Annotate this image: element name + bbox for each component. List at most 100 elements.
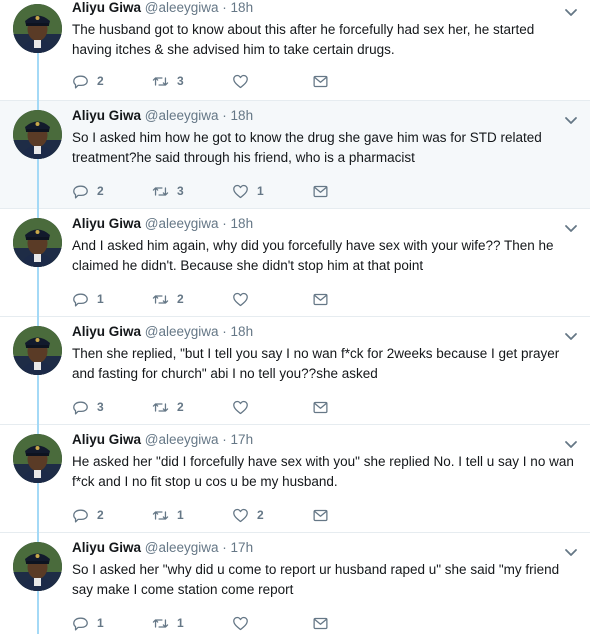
tweet-actions: 12 [72,289,392,309]
reply-count: 2 [97,508,104,522]
dm-button[interactable] [312,399,392,416]
tweet[interactable]: Aliyu Giwa @aleeygiwa · 18h Then she repl… [0,317,590,425]
thread-connector-line [37,317,39,326]
retweet-button[interactable]: 2 [152,399,232,416]
dm-icon [312,183,337,200]
timestamp[interactable]: 18h [231,108,254,123]
user-handle[interactable]: @aleeygiwa [145,0,219,15]
caret-down-icon[interactable] [564,221,578,232]
timestamp[interactable]: 18h [231,0,254,15]
caret-down-icon[interactable] [564,329,578,340]
tweet-header: Aliyu Giwa @aleeygiwa · 18h [72,0,253,15]
timestamp[interactable]: 18h [231,324,254,339]
display-name[interactable]: Aliyu Giwa [72,0,141,15]
tweet-actions: 32 [72,397,392,417]
reply-button[interactable]: 3 [72,399,152,416]
reply-button[interactable]: 1 [72,291,152,308]
display-name[interactable]: Aliyu Giwa [72,216,141,231]
separator-dot: · [218,540,231,555]
reply-icon [72,507,97,524]
tweet-text: He asked her "did I forcefully have sex … [72,454,574,489]
timestamp[interactable]: 17h [231,432,254,447]
caret-down-icon[interactable] [564,545,578,556]
retweet-count: 1 [177,508,184,522]
dm-icon [312,615,337,632]
user-handle[interactable]: @aleeygiwa [145,540,219,555]
dm-icon [312,73,337,90]
caret-down-icon[interactable] [564,113,578,124]
dm-icon [312,291,337,308]
reply-button[interactable]: 2 [72,183,152,200]
tweet[interactable]: Aliyu Giwa @aleeygiwa · 18h And I asked h… [0,209,590,317]
dm-button[interactable] [312,73,392,90]
avatar[interactable] [13,110,62,159]
like-button[interactable] [232,73,312,90]
display-name[interactable]: Aliyu Giwa [72,540,141,555]
user-handle[interactable]: @aleeygiwa [145,216,219,231]
tweet[interactable]: Aliyu Giwa @aleeygiwa · 18h The husband g… [0,0,590,101]
reply-button[interactable]: 2 [72,507,152,524]
retweet-button[interactable]: 3 [152,183,232,200]
avatar[interactable] [13,4,62,53]
tweet-header: Aliyu Giwa @aleeygiwa · 18h [72,108,253,123]
tweet-thread: Aliyu Giwa @aleeygiwa · 18h The husband g… [0,0,590,634]
avatar[interactable] [13,218,62,267]
reply-icon [72,399,97,416]
avatar[interactable] [13,326,62,375]
reply-count: 2 [97,74,104,88]
retweet-icon [152,291,177,308]
tweet-actions: 23 [72,71,392,91]
like-button[interactable]: 2 [232,507,312,524]
thread-connector-line [37,101,39,110]
tweet-actions: 2 1 2 [72,505,392,525]
retweet-button[interactable]: 3 [152,73,232,90]
retweet-button[interactable]: 2 [152,291,232,308]
retweet-count: 2 [177,400,184,414]
thread-connector-line [37,483,39,533]
retweet-icon [152,507,177,524]
user-handle[interactable]: @aleeygiwa [145,324,219,339]
like-button[interactable]: 1 [232,183,312,200]
thread-connector-line [37,267,39,317]
display-name[interactable]: Aliyu Giwa [72,432,141,447]
reply-count: 2 [97,184,104,198]
tweet[interactable]: Aliyu Giwa @aleeygiwa · 18h So I asked hi… [0,101,590,209]
retweet-icon [152,183,177,200]
like-icon [232,507,257,524]
dm-button[interactable] [312,183,392,200]
tweet-text: So I asked him how he got to know the dr… [72,130,542,165]
like-button[interactable] [232,291,312,308]
avatar[interactable] [13,542,62,591]
display-name[interactable]: Aliyu Giwa [72,108,141,123]
like-button[interactable] [232,615,312,632]
retweet-button[interactable]: 1 [152,615,232,632]
avatar[interactable] [13,434,62,483]
tweet[interactable]: Aliyu Giwa @aleeygiwa · 17h He asked her … [0,425,590,533]
like-count: 2 [257,508,264,522]
timestamp[interactable]: 18h [231,216,254,231]
caret-down-icon[interactable] [564,5,578,16]
dm-button[interactable] [312,291,392,308]
thread-connector-line [37,591,39,634]
separator-dot: · [218,108,231,123]
separator-dot: · [218,324,231,339]
like-button[interactable] [232,399,312,416]
tweet-header: Aliyu Giwa @aleeygiwa · 17h [72,432,253,447]
separator-dot: · [218,432,231,447]
timestamp[interactable]: 17h [231,540,254,555]
retweet-button[interactable]: 1 [152,507,232,524]
caret-down-icon[interactable] [564,437,578,448]
tweet-text: And I asked him again, why did you force… [72,238,554,273]
reply-button[interactable]: 2 [72,73,152,90]
tweet[interactable]: Aliyu Giwa @aleeygiwa · 17h So I asked he… [0,533,590,634]
dm-button[interactable] [312,507,392,524]
dm-button[interactable] [312,615,392,632]
tweet-text: So I asked her "why did u come to report… [72,562,560,597]
like-icon [232,615,257,632]
thread-connector-line [37,375,39,425]
reply-button[interactable]: 1 [72,615,152,632]
display-name[interactable]: Aliyu Giwa [72,324,141,339]
user-handle[interactable]: @aleeygiwa [145,108,219,123]
user-handle[interactable]: @aleeygiwa [145,432,219,447]
like-icon [232,291,257,308]
